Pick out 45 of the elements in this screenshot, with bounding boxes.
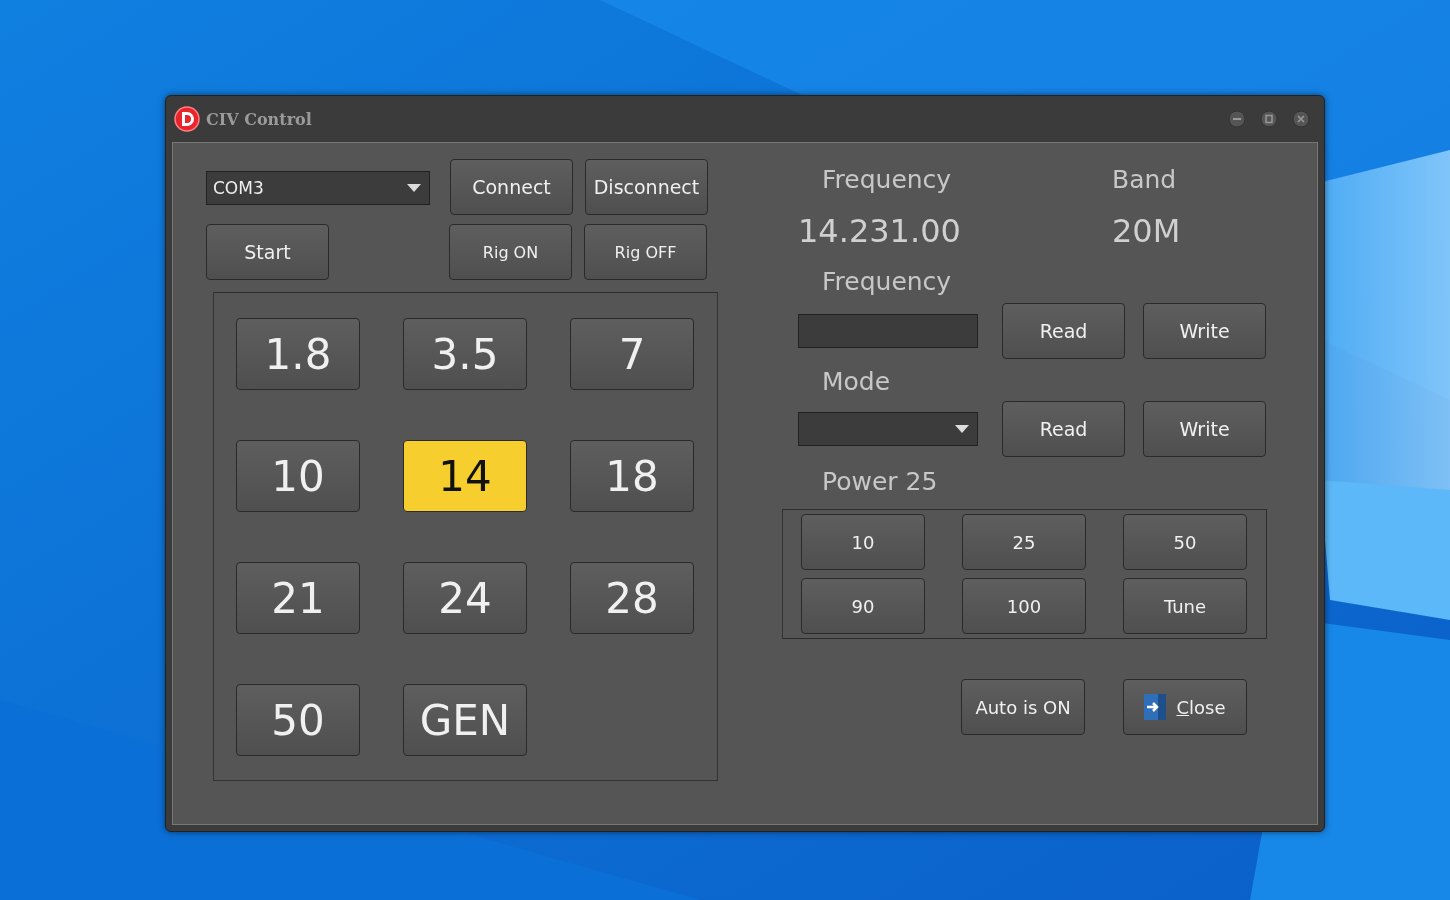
band-button[interactable]: 24 xyxy=(403,562,527,634)
frequency-label: Frequency xyxy=(822,165,953,196)
caret-icon xyxy=(955,425,969,433)
close-button[interactable]: Close xyxy=(1123,679,1247,735)
band-button[interactable]: 18 xyxy=(570,440,694,512)
rig-off-button[interactable]: Rig OFF xyxy=(584,224,707,280)
start-button[interactable]: Start xyxy=(206,224,329,280)
band-button[interactable]: 1.8 xyxy=(236,318,360,390)
auto-button[interactable]: Auto is ON xyxy=(961,679,1085,735)
minimize-icon[interactable] xyxy=(1228,110,1246,128)
band-button[interactable]: 14 xyxy=(403,440,527,512)
exit-icon xyxy=(1144,694,1167,720)
rig-on-button[interactable]: Rig ON xyxy=(449,224,572,280)
band-button[interactable]: 28 xyxy=(570,562,694,634)
write-button[interactable]: Write xyxy=(1143,303,1266,359)
read-button[interactable]: Read xyxy=(1002,401,1125,457)
power-button[interactable]: 50 xyxy=(1123,514,1247,570)
power-label: Power 25 xyxy=(822,467,939,498)
band-value: 20M xyxy=(1112,211,1182,252)
power-button[interactable]: 25 xyxy=(962,514,1086,570)
band-button[interactable]: 21 xyxy=(236,562,360,634)
band-button[interactable]: 7 xyxy=(570,318,694,390)
window-title: CIV Control xyxy=(206,109,312,129)
port-dropdown[interactable]: COM3 xyxy=(206,171,430,205)
band-button[interactable]: 3.5 xyxy=(403,318,527,390)
disconnect-button[interactable]: Disconnect xyxy=(585,159,708,215)
connect-button[interactable]: Connect xyxy=(450,159,573,215)
maximize-icon[interactable] xyxy=(1260,110,1278,128)
close-icon[interactable] xyxy=(1292,110,1310,128)
band-button[interactable]: 10 xyxy=(236,440,360,512)
frequency-input-field[interactable] xyxy=(798,314,978,348)
frequency-label: Frequency xyxy=(822,267,953,298)
band-button[interactable]: 50 xyxy=(236,684,360,756)
power-button[interactable]: Tune xyxy=(1123,578,1247,634)
power-button[interactable]: 10 xyxy=(801,514,925,570)
caret-icon xyxy=(407,184,421,192)
band-label: Band xyxy=(1112,165,1178,196)
frequency-value: 14.231.00 xyxy=(798,211,962,252)
power-button[interactable]: 90 xyxy=(801,578,925,634)
read-button[interactable]: Read xyxy=(1002,303,1125,359)
write-button[interactable]: Write xyxy=(1143,401,1266,457)
band-button[interactable]: GEN xyxy=(403,684,527,756)
app-logo-icon xyxy=(174,106,200,132)
power-button[interactable]: 100 xyxy=(962,578,1086,634)
mode-label: Mode xyxy=(822,367,892,398)
